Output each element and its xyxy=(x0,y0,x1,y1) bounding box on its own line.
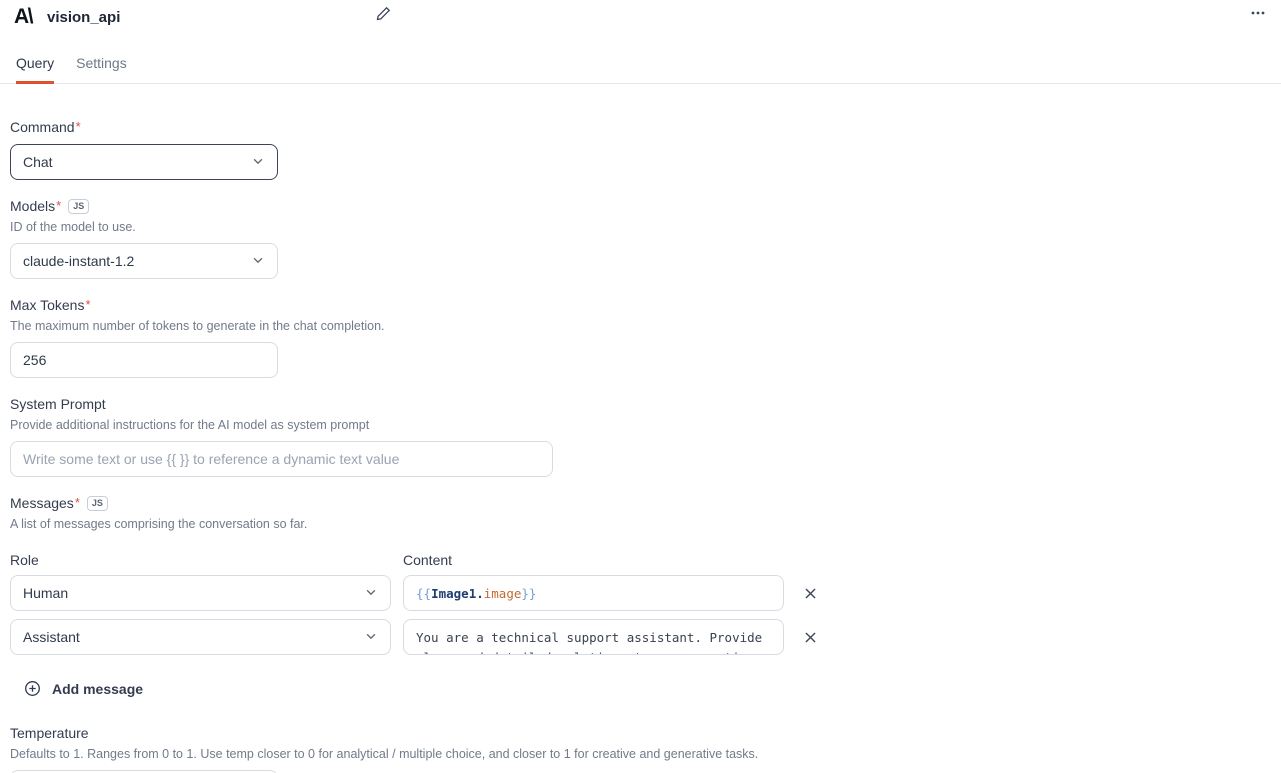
plus-circle-icon xyxy=(24,680,41,697)
messages-label: Messages xyxy=(10,493,74,513)
system-prompt-helper: Provide additional instructions for the … xyxy=(10,417,1281,434)
add-message-label: Add message xyxy=(52,681,143,697)
role-selected-value: Human xyxy=(23,585,68,601)
command-selected-value: Chat xyxy=(23,154,53,170)
field-command: Command* Chat xyxy=(10,117,1281,180)
messages-js-toggle[interactable]: JS xyxy=(87,496,108,511)
required-asterisk: * xyxy=(56,196,61,216)
add-message-button[interactable]: Add message xyxy=(24,680,143,697)
chevron-down-icon xyxy=(364,629,378,646)
field-max-tokens: Max Tokens* The maximum number of tokens… xyxy=(10,295,1281,378)
role-column-header: Role xyxy=(10,551,403,570)
messages-helper: A list of messages comprising the conver… xyxy=(10,516,1281,533)
models-js-toggle[interactable]: JS xyxy=(68,199,89,214)
messages-column-headers: Role Content xyxy=(10,551,1281,570)
page-title: vision_api xyxy=(47,9,120,26)
overflow-menu-ellipsis-icon[interactable] xyxy=(1249,4,1267,25)
message-content-input[interactable]: {{Image1.image}} xyxy=(403,575,784,611)
field-system-prompt: System Prompt Provide additional instruc… xyxy=(10,394,1281,477)
role-select[interactable]: Assistant xyxy=(10,619,391,655)
max-tokens-input[interactable] xyxy=(10,342,278,378)
app-header: A\ vision_api xyxy=(0,0,1281,30)
tab-query[interactable]: Query xyxy=(16,55,54,84)
field-messages: Messages* JS A list of messages comprisi… xyxy=(10,493,1281,702)
chevron-down-icon xyxy=(251,253,265,270)
tab-settings[interactable]: Settings xyxy=(76,55,127,84)
temperature-label: Temperature xyxy=(10,723,89,743)
required-asterisk: * xyxy=(75,493,80,513)
models-selected-value: claude-instant-1.2 xyxy=(23,253,134,269)
message-content-text: {{Image1.image}} xyxy=(416,584,771,604)
field-temperature: Temperature Defaults to 1. Ranges from 0… xyxy=(10,723,1281,773)
remove-message-x-icon[interactable] xyxy=(802,629,819,646)
anthropic-logo-icon: A\ xyxy=(14,5,32,29)
models-helper: ID of the model to use. xyxy=(10,219,1281,236)
chevron-down-icon xyxy=(364,585,378,602)
required-asterisk: * xyxy=(76,117,81,137)
role-select[interactable]: Human xyxy=(10,575,391,611)
system-prompt-input[interactable] xyxy=(10,441,553,477)
message-content-text: You are a technical support assistant. P… xyxy=(416,628,771,655)
field-models: Models* JS ID of the model to use. claud… xyxy=(10,196,1281,279)
system-prompt-label: System Prompt xyxy=(10,394,106,414)
command-label: Command xyxy=(10,117,75,137)
chevron-down-icon xyxy=(251,154,265,171)
message-row: Human {{Image1.image}} xyxy=(10,575,1281,611)
content-column-header: Content xyxy=(403,551,452,570)
message-rows: Human {{Image1.image}} Assistant You are a … xyxy=(10,575,1281,655)
required-asterisk: * xyxy=(85,295,90,315)
max-tokens-label: Max Tokens xyxy=(10,295,84,315)
max-tokens-helper: The maximum number of tokens to generate… xyxy=(10,318,1281,335)
message-content-input[interactable]: You are a technical support assistant. P… xyxy=(403,619,784,655)
models-select[interactable]: claude-instant-1.2 xyxy=(10,243,278,279)
query-form: Command* Chat Models* JS ID of the model… xyxy=(0,84,1281,773)
models-label: Models xyxy=(10,196,55,216)
remove-message-x-icon[interactable] xyxy=(802,585,819,602)
message-row: Assistant You are a technical support ass… xyxy=(10,619,1281,655)
temperature-helper: Defaults to 1. Ranges from 0 to 1. Use t… xyxy=(10,746,1281,763)
role-selected-value: Assistant xyxy=(23,629,80,645)
edit-title-pencil-icon[interactable] xyxy=(376,6,391,24)
tab-bar: Query Settings xyxy=(0,55,1281,84)
command-select[interactable]: Chat xyxy=(10,144,278,180)
